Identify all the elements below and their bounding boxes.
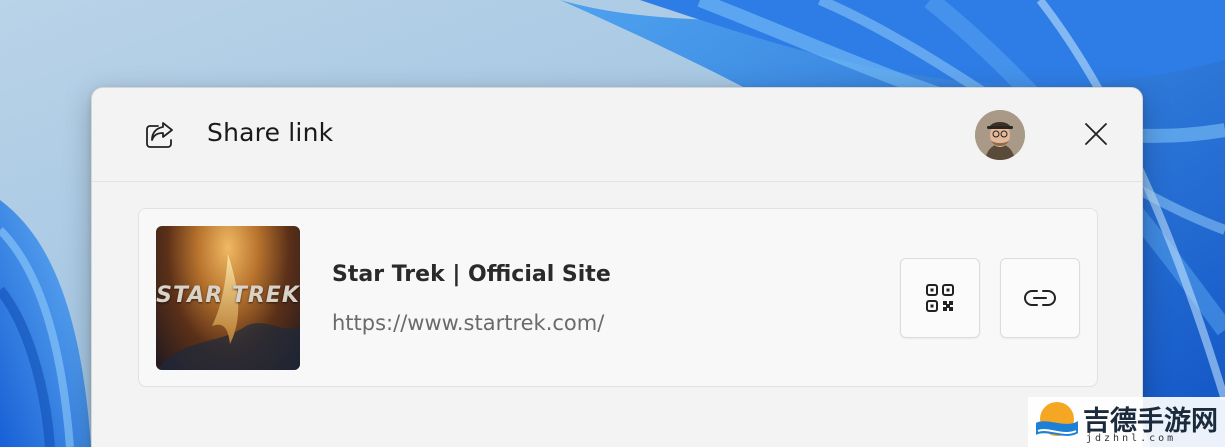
copy-link-button[interactable] [1000, 258, 1080, 338]
watermark-subtext: jdzhnl.com [1086, 433, 1177, 444]
dialog-title: Share link [207, 118, 334, 147]
site-watermark: 吉德手游网 jdzhnl.com [1028, 397, 1225, 447]
site-url: https://www.startrek.com/ [332, 311, 605, 335]
qr-code-button[interactable] [900, 258, 980, 338]
share-link-dialog: Share link STAR TREK Star Trek | Officia… [91, 87, 1143, 447]
thumbnail-logo-text: STAR TREK [156, 283, 300, 308]
close-button[interactable] [1078, 116, 1114, 152]
site-thumbnail: STAR TREK [156, 226, 300, 370]
share-icon [144, 120, 176, 150]
shared-link-card: STAR TREK Star Trek | Official Site http… [138, 208, 1098, 387]
qr-code-icon [926, 284, 954, 312]
watermark-logo-icon [1036, 402, 1078, 436]
user-avatar[interactable] [975, 110, 1025, 160]
site-title: Star Trek | Official Site [332, 262, 611, 287]
dialog-header: Share link [92, 88, 1142, 182]
close-icon [1085, 123, 1107, 145]
link-icon [1024, 290, 1056, 306]
